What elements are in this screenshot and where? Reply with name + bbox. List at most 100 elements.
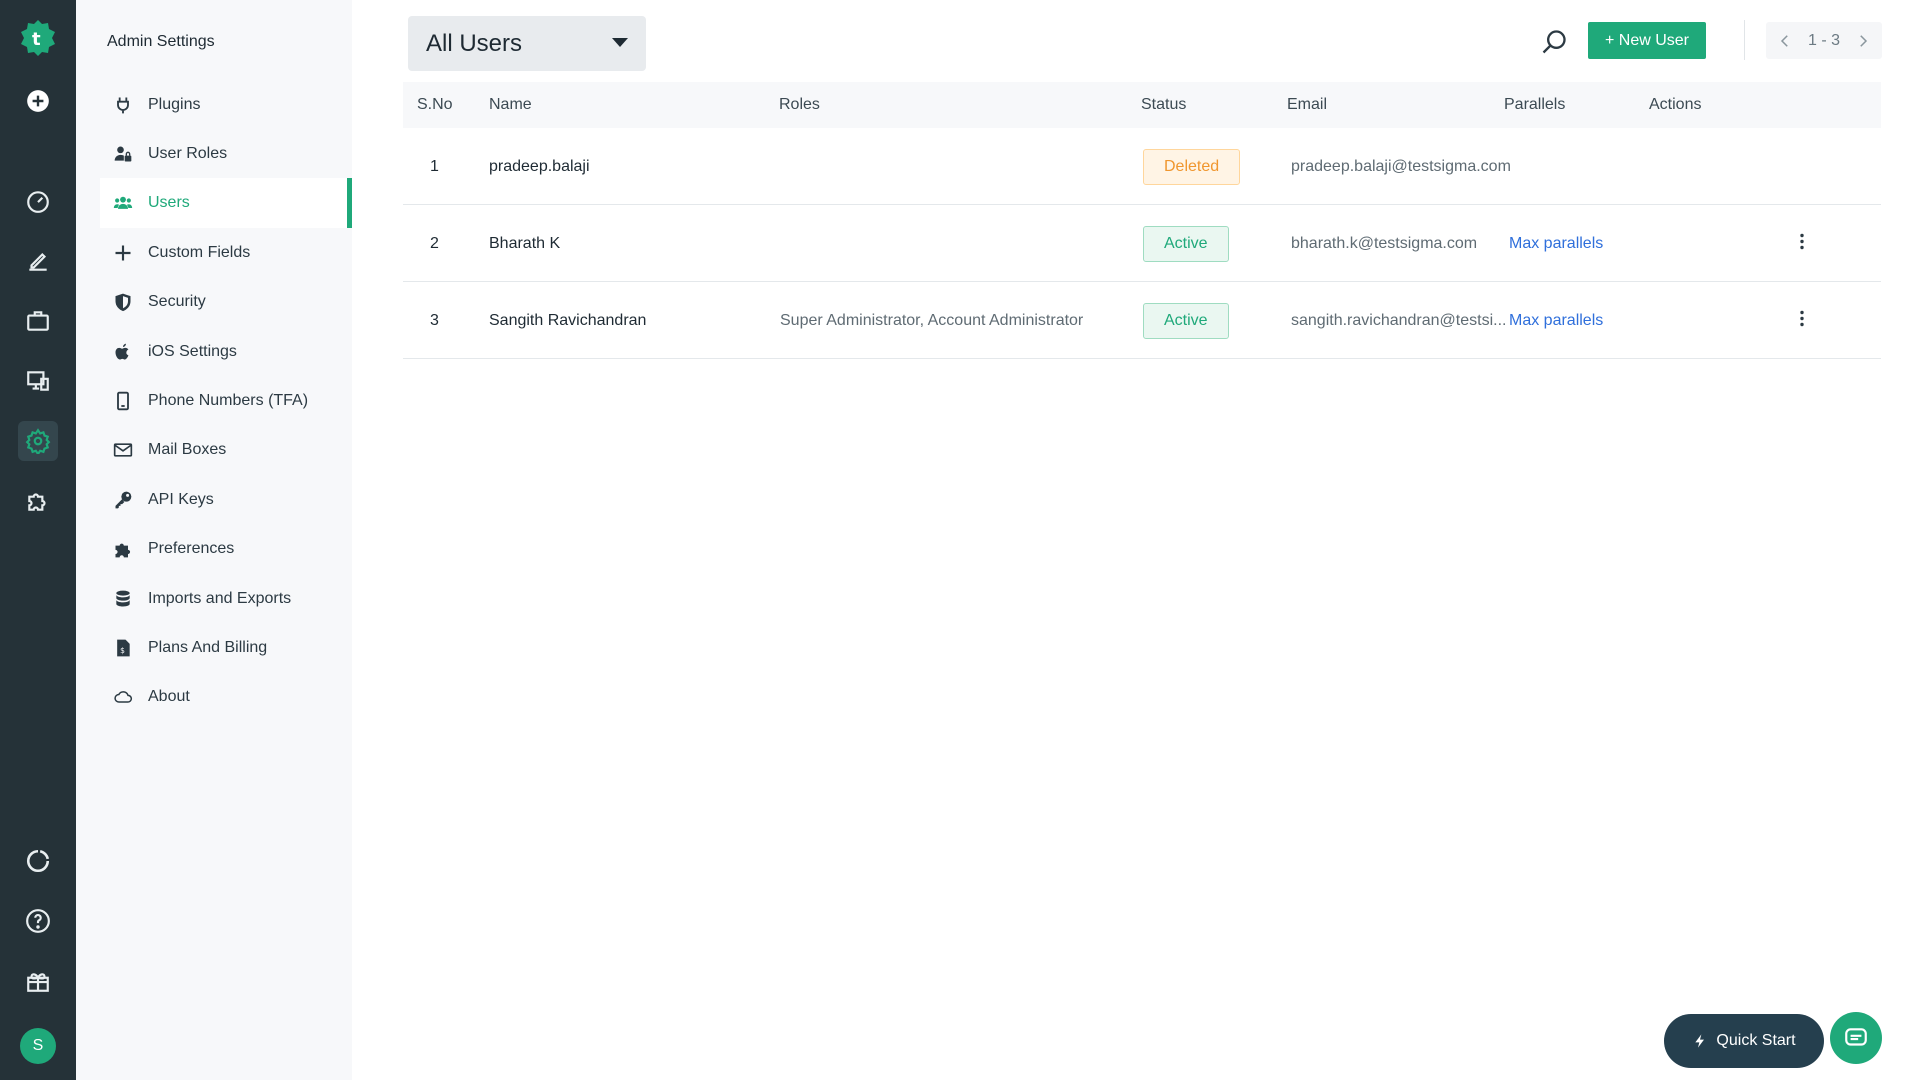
devices-icon[interactable]: [18, 361, 58, 401]
mail-icon: [112, 439, 134, 461]
table-row[interactable]: 1 pradeep.balaji Deleted pradeep.balaji@…: [403, 129, 1881, 205]
sidebar-item-label: User Roles: [148, 145, 228, 162]
kebab-menu-icon[interactable]: [1794, 308, 1810, 328]
row-name: Sangith Ravichandran: [489, 311, 647, 329]
apple-icon: [112, 341, 134, 363]
table-row[interactable]: 2 Bharath K Active bharath.k@testsigma.c…: [403, 206, 1881, 282]
sidebar-item-label: Phone Numbers (TFA): [148, 392, 309, 409]
sidebar-item-plugins[interactable]: Plugins: [100, 80, 352, 130]
sidebar-title: Admin Settings: [107, 33, 215, 50]
help-icon[interactable]: [18, 901, 58, 941]
icon-rail: t S: [0, 0, 76, 1080]
sidebar-item-label: Plugins: [148, 96, 201, 113]
sidebar-item-label: Security: [148, 293, 206, 310]
sidebar-item-about[interactable]: About: [100, 672, 352, 722]
pagination: 1 - 3: [1766, 22, 1882, 59]
sidebar-item-ios-settings[interactable]: iOS Settings: [100, 327, 352, 377]
phone-icon: [112, 390, 134, 412]
row-name: Bharath K: [489, 234, 561, 252]
row-roles: Super Administrator, Account Administrat…: [780, 311, 1084, 329]
row-actions: [1794, 231, 1810, 256]
key-icon: [112, 489, 134, 511]
status-badge: Active: [1143, 225, 1229, 262]
svg-text:t: t: [32, 29, 41, 50]
search-icon[interactable]: [1540, 28, 1568, 56]
kebab-menu-icon[interactable]: [1794, 231, 1810, 251]
chat-icon: [1845, 1028, 1867, 1046]
quick-start-button[interactable]: Quick Start: [1664, 1014, 1824, 1068]
cloud-icon: [112, 686, 134, 708]
row-name: pradeep.balaji: [489, 157, 590, 175]
table-row[interactable]: 3 Sangith Ravichandran Super Administrat…: [403, 283, 1881, 359]
toolbar-divider: [1744, 20, 1745, 60]
avatar[interactable]: S: [20, 1028, 56, 1064]
row-email: sangith.ravichandran@testsi...: [1291, 311, 1507, 329]
invoice-icon: $: [112, 637, 134, 659]
settings-sidebar: Admin Settings Plugins User Roles Users …: [76, 0, 352, 1080]
dashboard-icon[interactable]: [18, 181, 58, 221]
sidebar-item-label: Mail Boxes: [148, 441, 227, 458]
chevron-right-icon[interactable]: [1854, 32, 1872, 50]
user-lock-icon: [112, 143, 134, 165]
table-header: S.No Name Roles Status Email Parallels A…: [403, 82, 1881, 128]
refresh-icon[interactable]: [18, 841, 58, 881]
sidebar-item-user-roles[interactable]: User Roles: [100, 129, 352, 179]
sidebar-item-phone-numbers[interactable]: Phone Numbers (TFA): [100, 376, 352, 426]
add-circle-icon[interactable]: [18, 81, 58, 121]
row-status: Active: [1143, 225, 1229, 262]
max-parallels-link[interactable]: Max parallels: [1509, 312, 1603, 330]
sidebar-item-label: Imports and Exports: [148, 590, 292, 607]
sidebar-item-label: iOS Settings: [148, 343, 237, 360]
lightning-icon: [1695, 1034, 1705, 1048]
database-icon: [112, 588, 134, 610]
header-sno: S.No: [417, 96, 453, 113]
header-name: Name: [489, 96, 532, 113]
sidebar-item-imports-exports[interactable]: Imports and Exports: [100, 574, 352, 624]
header-roles: Roles: [779, 96, 820, 113]
header-actions: Actions: [1649, 96, 1702, 113]
row-status: Deleted: [1143, 148, 1241, 185]
row-sno: 3: [430, 311, 439, 329]
sidebar-item-mail-boxes[interactable]: Mail Boxes: [100, 425, 352, 475]
user-filter-value: All Users: [426, 29, 523, 57]
row-status: Active: [1143, 302, 1229, 339]
edit-icon[interactable]: [18, 241, 58, 281]
row-email: bharath.k@testsigma.com: [1291, 234, 1478, 252]
status-badge: Deleted: [1143, 148, 1241, 185]
pagination-range: 1 - 3: [1807, 31, 1840, 49]
sidebar-item-users[interactable]: Users: [100, 178, 352, 228]
row-email: pradeep.balaji@testsigma.com: [1291, 157, 1511, 175]
sidebar-item-preferences[interactable]: Preferences: [100, 524, 352, 574]
chat-button[interactable]: [1830, 1012, 1882, 1064]
gift-icon[interactable]: [18, 961, 58, 1001]
puzzle-icon: [112, 538, 134, 560]
svg-text:$: $: [120, 646, 125, 655]
user-filter-select[interactable]: All Users: [408, 16, 646, 71]
sidebar-item-security[interactable]: Security: [100, 277, 352, 327]
briefcase-icon[interactable]: [18, 301, 58, 341]
sidebar-item-label: About: [148, 688, 190, 705]
users-icon: [112, 192, 134, 214]
chevron-left-icon[interactable]: [1776, 32, 1794, 50]
caret-down-icon: [612, 38, 628, 47]
sidebar-item-label: API Keys: [148, 491, 214, 508]
header-email: Email: [1287, 96, 1328, 113]
settings-icon[interactable]: [18, 421, 58, 461]
logo-icon[interactable]: t: [18, 18, 58, 58]
sidebar-item-label: Plans And Billing: [148, 639, 268, 656]
row-sno: 1: [430, 157, 439, 175]
status-badge: Active: [1143, 302, 1229, 339]
sidebar-item-label: Users: [148, 194, 190, 211]
sidebar-item-plans-billing[interactable]: $ Plans And Billing: [100, 623, 352, 673]
quick-start-label: Quick Start: [1716, 1032, 1796, 1049]
max-parallels-link[interactable]: Max parallels: [1509, 235, 1603, 253]
puzzle-icon[interactable]: [18, 481, 58, 521]
header-status: Status: [1141, 96, 1187, 113]
plug-icon: [112, 94, 134, 116]
new-user-button[interactable]: + New User: [1588, 22, 1706, 59]
row-actions: [1794, 308, 1810, 333]
header-parallels: Parallels: [1504, 96, 1566, 113]
sidebar-item-custom-fields[interactable]: Custom Fields: [100, 228, 352, 278]
sidebar-item-api-keys[interactable]: API Keys: [100, 475, 352, 525]
shield-icon: [112, 291, 134, 313]
